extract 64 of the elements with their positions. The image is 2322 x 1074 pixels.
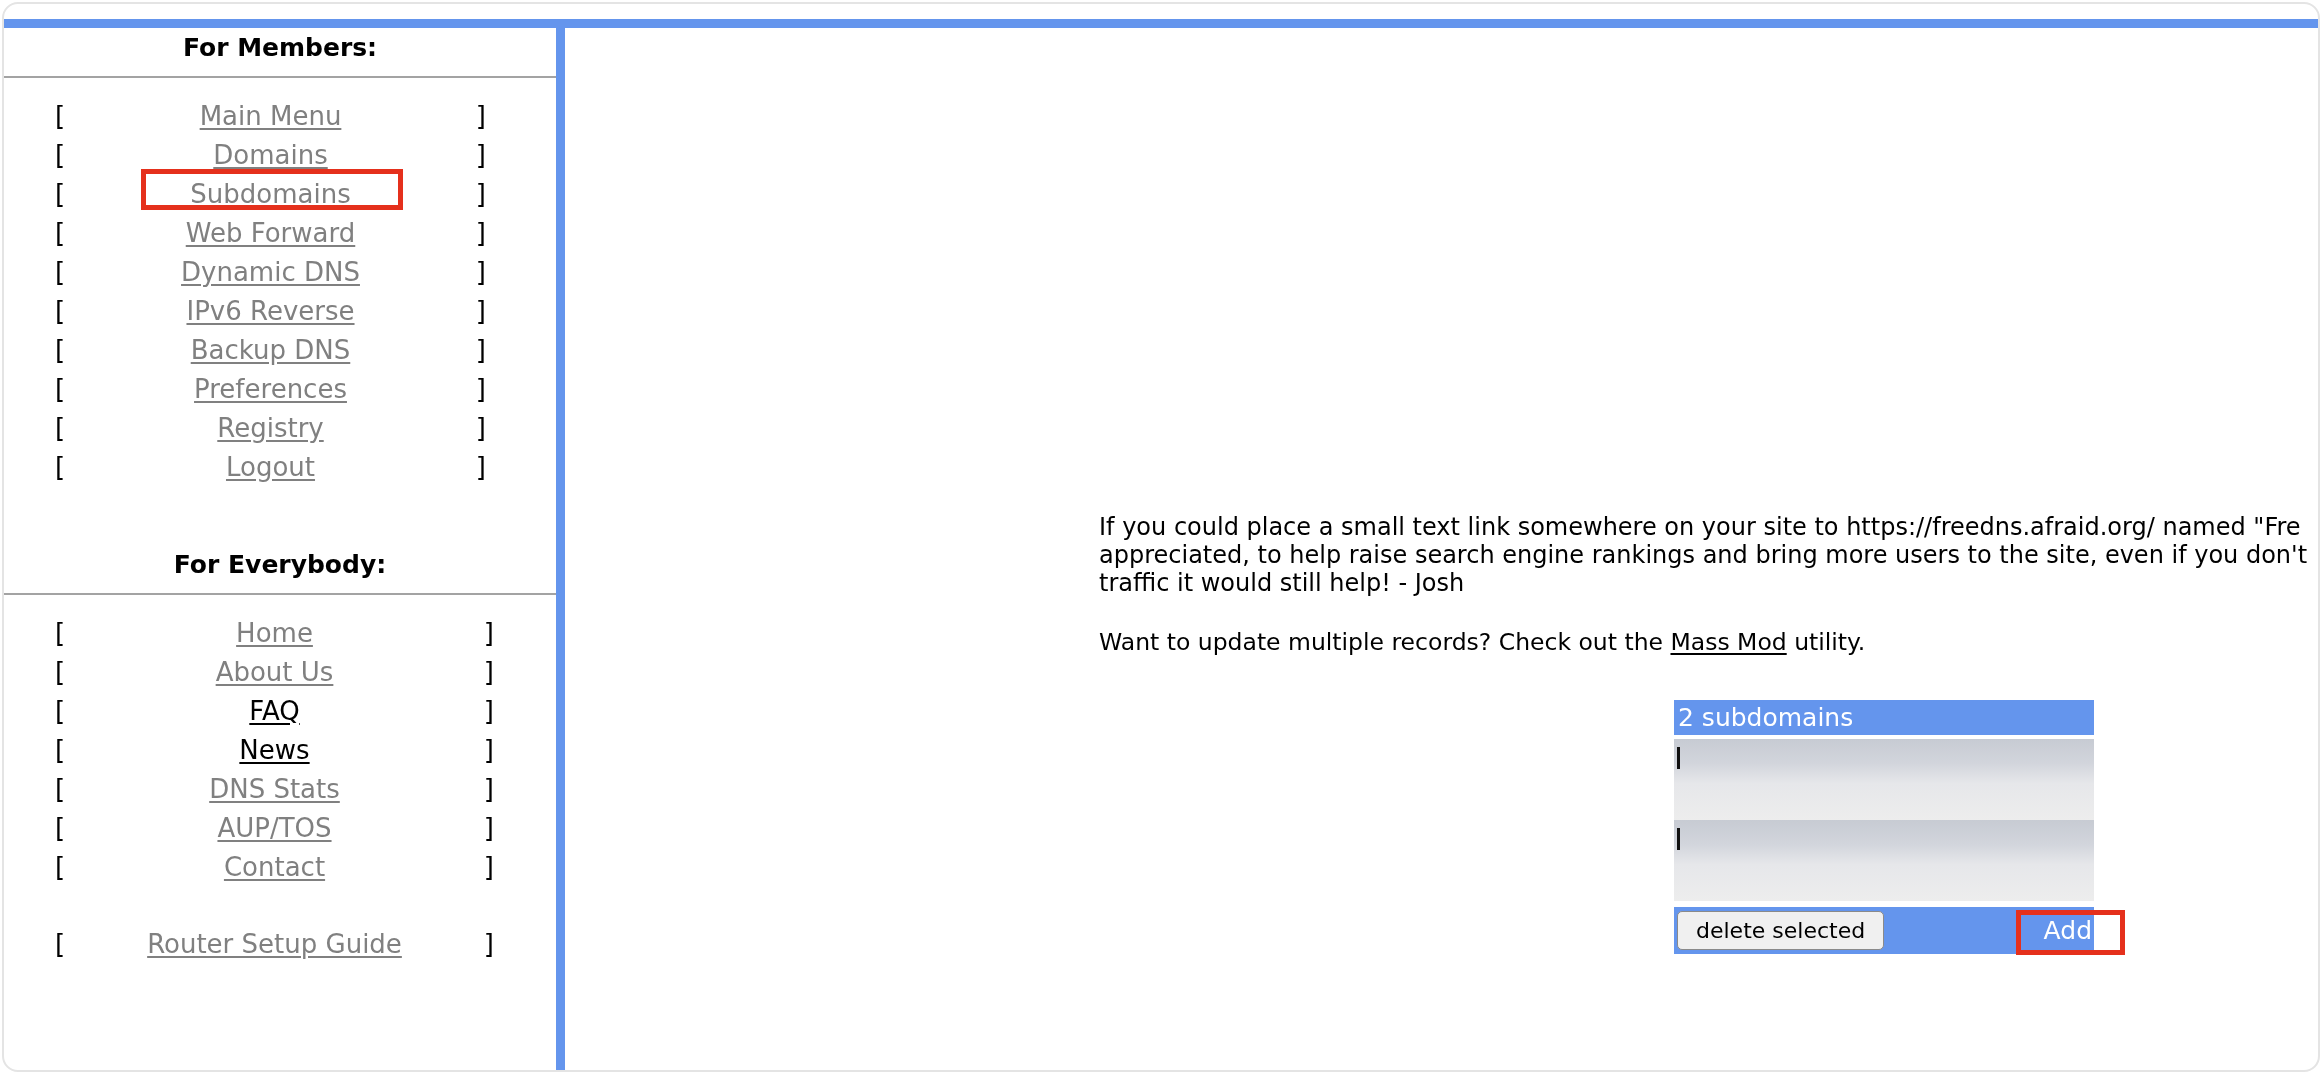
sidebar-link[interactable]: Home <box>236 617 313 648</box>
mass-mod-link[interactable]: Mass Mod <box>1670 628 1787 656</box>
open-bracket: [ <box>55 217 66 248</box>
sidebar-link[interactable]: Main Menu <box>199 100 342 131</box>
open-bracket: [ <box>55 100 66 131</box>
close-bracket: ] <box>475 100 486 131</box>
open-bracket: [ <box>55 617 66 648</box>
close-bracket: ] <box>483 812 494 843</box>
sidebar-link[interactable]: About Us <box>215 656 334 687</box>
close-bracket: ] <box>475 217 486 248</box>
open-bracket: [ <box>55 256 66 287</box>
close-bracket: ] <box>483 617 494 648</box>
vertical-line-icon <box>1677 747 1680 769</box>
open-bracket: [ <box>55 773 66 804</box>
open-bracket: [ <box>55 451 66 482</box>
sidebar-link[interactable]: AUP/TOS <box>217 812 332 843</box>
open-bracket: [ <box>55 656 66 687</box>
close-bracket: ] <box>483 734 494 765</box>
vertical-line-icon <box>1677 828 1680 850</box>
close-bracket: ] <box>475 412 486 443</box>
open-bracket: [ <box>55 928 66 959</box>
sidebar-link[interactable]: IPv6 Reverse <box>186 295 355 326</box>
sidebar-link[interactable]: Registry <box>217 412 324 443</box>
open-bracket: [ <box>55 812 66 843</box>
add-button[interactable]: Add <box>2043 915 2092 946</box>
close-bracket: ] <box>475 451 486 482</box>
notice-paragraph: If you could place a small text link somewhere on your site to https://freedns.afraid.org/ named "Fre appreciated, to help raise search engine rankings and bring more users to the site, even if you don't traffic it would still help! - Josh <box>1099 513 2308 597</box>
sidebar-link[interactable]: Web Forward <box>185 217 356 248</box>
sidebar-link[interactable]: Preferences <box>194 373 347 404</box>
close-bracket: ] <box>483 851 494 882</box>
close-bracket: ] <box>475 295 486 326</box>
sidebar-link[interactable]: Router Setup Guide <box>147 928 402 959</box>
open-bracket: [ <box>55 851 66 882</box>
sidebar-link[interactable]: Logout <box>226 451 315 482</box>
sidebar-link[interactable]: Subdomains <box>190 178 351 209</box>
close-bracket: ] <box>475 178 486 209</box>
close-bracket: ] <box>475 139 486 170</box>
section-heading: For Members: <box>182 33 378 63</box>
open-bracket: [ <box>55 295 66 326</box>
close-bracket: ] <box>483 773 494 804</box>
open-bracket: [ <box>55 412 66 443</box>
open-bracket: [ <box>55 695 66 726</box>
open-bracket: [ <box>55 734 66 765</box>
close-bracket: ] <box>475 256 486 287</box>
close-bracket: ] <box>483 656 494 687</box>
open-bracket: [ <box>55 334 66 365</box>
delete-selected-button[interactable]: delete selected <box>1677 911 1885 950</box>
table-title-bar: 2 subdomains <box>1674 700 2094 735</box>
sidebar-link[interactable]: FAQ <box>249 695 300 726</box>
open-bracket: [ <box>55 373 66 404</box>
mass-mod-sentence: Want to update multiple records? Check out the Mass Mod utility. <box>1099 628 1866 656</box>
section-heading: For Everybody: <box>173 550 387 580</box>
sidebar-link[interactable]: Domains <box>213 139 328 170</box>
sidebar-link[interactable]: Contact <box>223 851 326 882</box>
sidebar-link[interactable]: News <box>239 734 310 765</box>
open-bracket: [ <box>55 178 66 209</box>
close-bracket: ] <box>475 373 486 404</box>
close-bracket: ] <box>475 334 486 365</box>
open-bracket: [ <box>55 139 66 170</box>
sidebar-link[interactable]: DNS Stats <box>209 773 340 804</box>
close-bracket: ] <box>483 928 494 959</box>
sidebar-link[interactable]: Backup DNS <box>190 334 351 365</box>
sidebar-link[interactable]: Dynamic DNS <box>181 256 360 287</box>
close-bracket: ] <box>483 695 494 726</box>
